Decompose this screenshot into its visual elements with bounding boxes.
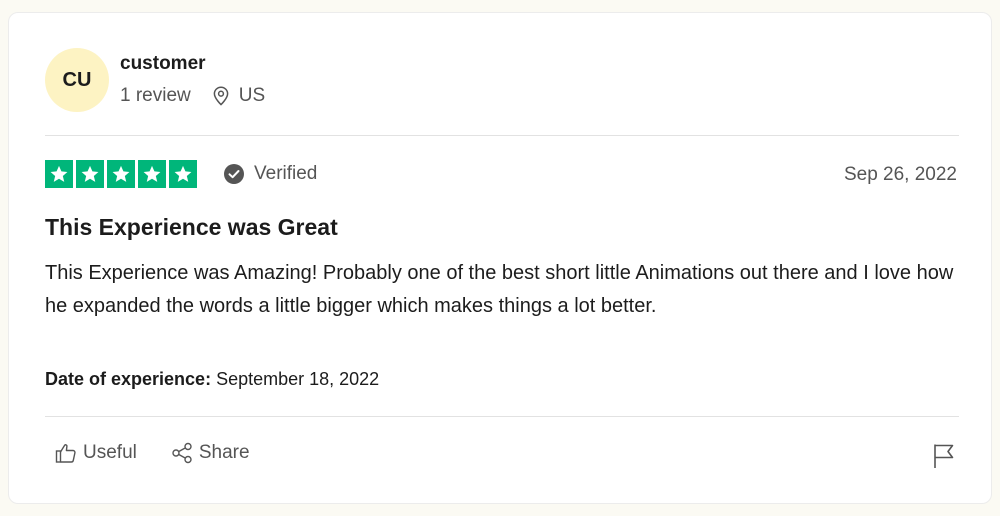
date-of-experience: Date of experience: September 18, 2022: [45, 369, 379, 390]
useful-label: Useful: [83, 442, 137, 463]
review-date: Sep 26, 2022: [843, 164, 957, 185]
reviewer-name[interactable]: customer: [120, 53, 206, 75]
location-pin-icon: [213, 86, 229, 106]
divider: [45, 135, 959, 136]
review-title: This Experience was Great: [45, 214, 338, 240]
share-label: Share: [198, 442, 250, 463]
verified-badge[interactable]: Verified: [224, 163, 317, 185]
review-count: 1 review: [120, 85, 191, 106]
useful-button[interactable]: Useful: [55, 442, 137, 464]
share-button[interactable]: Share: [171, 442, 250, 464]
experience-date: September 18, 2022: [216, 369, 380, 389]
star-icon: [138, 160, 166, 188]
star-icon: [107, 160, 135, 188]
review-actions: Useful Share: [55, 442, 250, 464]
flag-icon: [933, 443, 955, 469]
avatar[interactable]: CU: [45, 48, 109, 112]
thumbs-up-icon: [55, 442, 77, 464]
divider: [45, 416, 959, 417]
review-body: This Experience was Amazing! Probably on…: [45, 262, 954, 317]
share-icon: [171, 442, 193, 464]
star-icon: [169, 160, 197, 188]
reviewer-location: US: [238, 85, 266, 106]
reviewer-meta: 1 review US: [120, 85, 265, 107]
star-icon: [76, 160, 104, 188]
experience-label: Date of experience:: [45, 369, 212, 389]
star-rating: [45, 160, 200, 188]
verified-check-icon: [224, 164, 244, 184]
report-flag-button[interactable]: [933, 443, 955, 469]
avatar-initials: CU: [62, 68, 92, 91]
review-card: CU customer 1 review US Verified Sep 26,…: [8, 12, 992, 504]
verified-label: Verified: [254, 163, 318, 184]
star-icon: [45, 160, 73, 188]
